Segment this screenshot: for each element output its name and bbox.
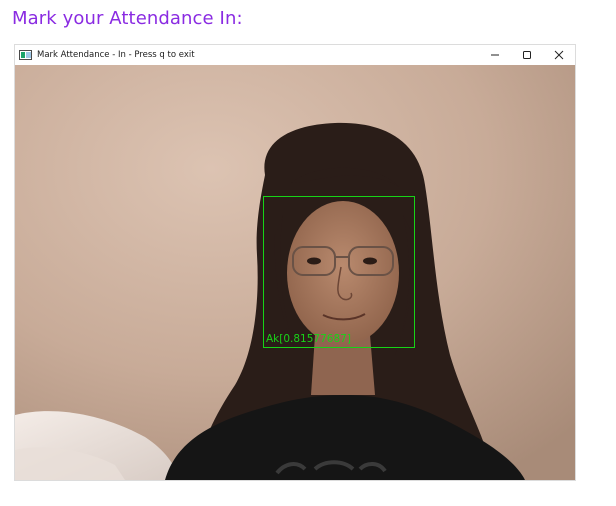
- webcam-feed: Ak[0.81577687]: [15, 65, 575, 480]
- window-controls: [479, 45, 575, 65]
- page-heading: Mark your Attendance In:: [12, 8, 243, 29]
- maximize-icon: [523, 51, 531, 59]
- close-icon: [554, 50, 564, 60]
- app-window-icon: [19, 50, 32, 60]
- minimize-button[interactable]: [479, 45, 511, 65]
- attendance-page: Mark your Attendance In: Mark Attendance…: [0, 0, 616, 506]
- maximize-button[interactable]: [511, 45, 543, 65]
- minimize-icon: [491, 54, 499, 56]
- recognition-label: Ak[0.81577687]: [266, 333, 351, 345]
- close-button[interactable]: [543, 45, 575, 65]
- window-titlebar[interactable]: Mark Attendance - In - Press q to exit: [15, 45, 575, 65]
- window-title: Mark Attendance - In - Press q to exit: [37, 50, 195, 60]
- face-detection-box: [263, 196, 415, 348]
- camera-window[interactable]: Mark Attendance - In - Press q to exit A…: [14, 44, 576, 481]
